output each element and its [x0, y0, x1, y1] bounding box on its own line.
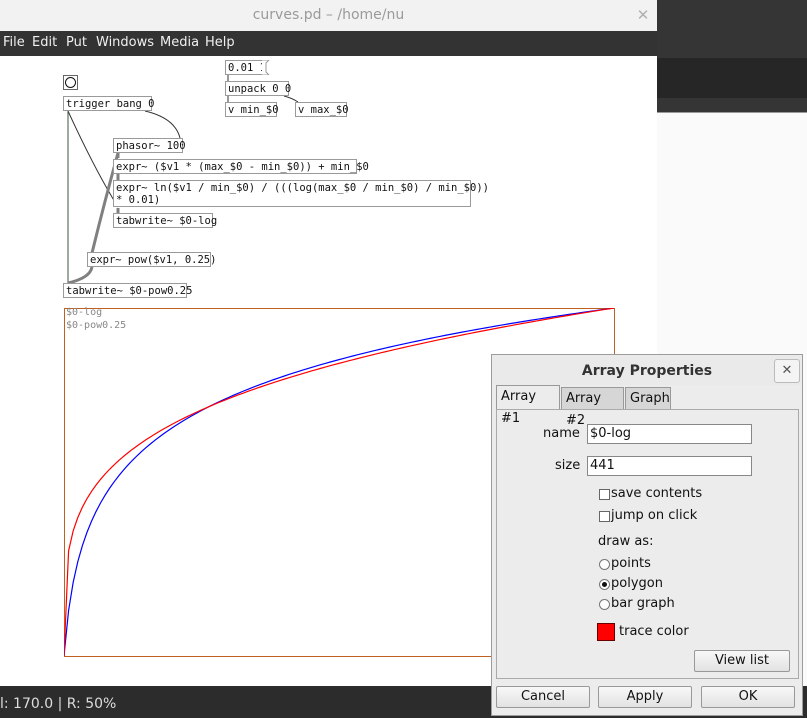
dialog-close-icon[interactable]: ✕ — [774, 359, 800, 383]
cancel-button[interactable]: Cancel — [496, 686, 590, 708]
expr-scale-object[interactable]: expr~ ($v1 * (max_$0 - min_$0)) + min_$0 — [113, 159, 369, 174]
apply-button[interactable]: Apply — [598, 686, 692, 708]
draw-as-label: draw as: — [598, 534, 654, 549]
save-contents-label: save contents — [611, 486, 703, 501]
tabwrite-log-object[interactable]: tabwrite~ $0-log — [113, 213, 217, 228]
polygon-label: polygon — [611, 576, 663, 591]
tab-array-2[interactable]: Array #2 — [561, 387, 624, 428]
save-contents-checkbox[interactable] — [599, 489, 610, 500]
points-label: points — [611, 556, 651, 571]
jump-on-click-label: jump on click — [611, 508, 698, 523]
trace-color-swatch[interactable] — [597, 623, 615, 641]
array-properties-dialog: Array Properties ✕ Array #1 Array #2 Gra… — [491, 354, 803, 716]
unpack-object[interactable]: unpack 0 0 — [225, 81, 291, 96]
ok-button[interactable]: OK — [701, 686, 795, 708]
background-toolbar — [657, 58, 807, 98]
trigger-object[interactable]: trigger bang 0 — [63, 96, 155, 111]
array-tab-panel: name $0-log size 441 save contents jump … — [496, 409, 799, 679]
size-field[interactable]: 441 — [587, 456, 752, 476]
bang-circle — [65, 77, 76, 88]
name-field[interactable]: $0-log — [587, 424, 752, 444]
trace-color-label: trace color — [619, 624, 689, 639]
dialog-title-bar[interactable]: Array Properties ✕ — [492, 355, 802, 385]
jump-on-click-checkbox[interactable] — [599, 511, 610, 522]
tabwrite-pow-object[interactable]: tabwrite~ $0-pow0.25 — [63, 283, 192, 298]
v-max-object[interactable]: v max_$0 — [295, 102, 349, 117]
v-min-object[interactable]: v min_$0 — [225, 102, 279, 117]
bang-button[interactable] — [63, 75, 78, 90]
message-flag — [262, 60, 270, 75]
tab-array-1[interactable]: Array #1 — [496, 385, 560, 426]
bar-graph-label: bar graph — [611, 596, 675, 611]
tab-graph[interactable]: Graph — [625, 387, 671, 409]
expr-log-object[interactable]: expr~ ln($v1 / min_$0) / (((log(max_$0 /… — [113, 180, 489, 207]
size-label: size — [555, 458, 581, 473]
status-text: l: 170.0 | R: 50% — [0, 696, 117, 712]
phasor-object[interactable]: phasor~ 100 — [113, 138, 186, 153]
expr-pow-object[interactable]: expr~ pow($v1, 0.25) — [87, 252, 216, 267]
bar-graph-radio[interactable] — [599, 599, 610, 610]
points-radio[interactable] — [599, 559, 610, 570]
name-label: name — [543, 426, 580, 441]
dialog-title: Array Properties — [581, 363, 713, 379]
polygon-radio[interactable] — [599, 579, 610, 590]
range-message[interactable]: 0.01 1 — [225, 60, 267, 75]
view-list-button[interactable]: View list — [694, 650, 790, 672]
